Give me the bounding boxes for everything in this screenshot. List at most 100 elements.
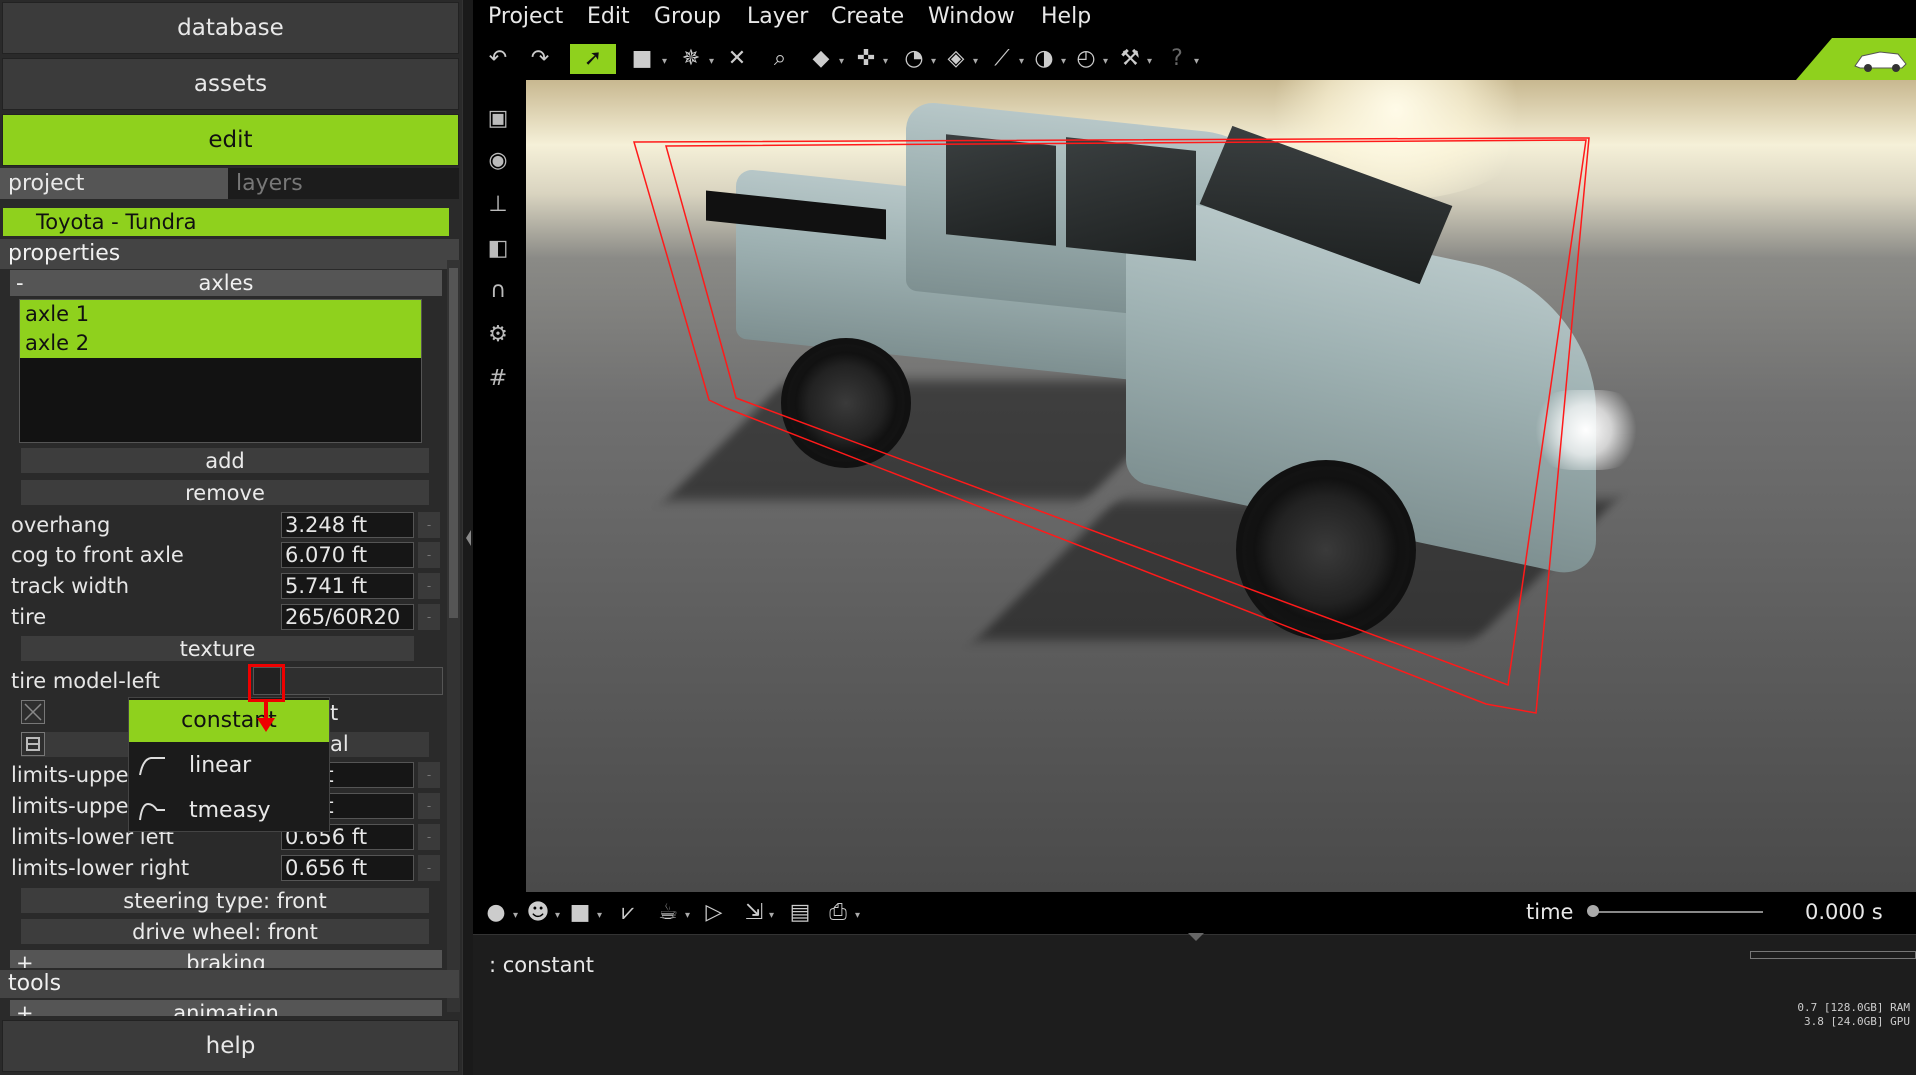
axis-icon[interactable]: ⊥ <box>483 192 513 222</box>
undo-icon[interactable]: ↶ <box>483 44 513 74</box>
gauge-icon[interactable]: ◔ <box>899 44 929 74</box>
square-icon[interactable]: ■ <box>565 898 595 928</box>
tab-layers[interactable]: layers <box>228 168 456 199</box>
project-item-selected[interactable]: Toyota - Tundra <box>3 208 449 236</box>
menu-create[interactable]: Create <box>831 4 904 29</box>
menu-group[interactable]: Group <box>654 4 721 29</box>
target-icon[interactable]: ◉ <box>483 148 513 178</box>
select-icon[interactable]: ➚ <box>570 44 616 74</box>
spinner[interactable]: - <box>418 762 440 788</box>
left-panel: database assets edit project layers Toyo… <box>0 0 462 1075</box>
list-item[interactable]: axle 2 <box>20 329 421 358</box>
measure-icon[interactable]: ⟋ <box>987 44 1017 74</box>
spinner[interactable]: - <box>418 604 440 630</box>
spinner[interactable]: - <box>418 542 440 568</box>
animation-header[interactable]: + animation <box>10 1000 442 1016</box>
tire-model-menu: constant linear tmeasy <box>128 697 330 832</box>
console[interactable]: : constant 0.7 [128.0GB] RAM 3.8 [24.0GB… <box>473 931 1916 1075</box>
dial-icon[interactable]: ◴ <box>1071 44 1101 74</box>
console-resize-icon[interactable] <box>1186 931 1206 943</box>
spinner[interactable]: - <box>418 855 440 881</box>
menu-item-tmeasy[interactable]: tmeasy <box>129 790 329 832</box>
time-slider-knob[interactable] <box>1587 905 1599 917</box>
annotation-arrow-head <box>257 718 275 732</box>
delete-icon[interactable]: ✕ <box>722 44 752 74</box>
magnet-icon[interactable]: ∩ <box>483 278 513 308</box>
move-icon[interactable]: ✜ <box>851 44 881 74</box>
menu-edit[interactable]: Edit <box>587 4 630 29</box>
play-icon[interactable]: ▷ <box>699 898 729 928</box>
time-slider-track[interactable] <box>1593 911 1763 913</box>
box-select-icon[interactable]: ■ <box>627 44 657 74</box>
properties-header[interactable]: properties <box>0 239 459 269</box>
console-scrollbar[interactable] <box>1750 951 1916 959</box>
export-icon[interactable]: ⇲ <box>739 898 769 928</box>
camera-icon[interactable]: ▣ <box>483 106 513 136</box>
texture-button[interactable]: texture <box>20 635 415 662</box>
redo-icon[interactable]: ↷ <box>525 44 555 74</box>
spinner[interactable]: - <box>418 512 440 538</box>
gear-icon[interactable]: ⚙ <box>483 322 513 352</box>
checkbox-minus[interactable] <box>21 732 45 756</box>
partial-label: al <box>330 732 349 756</box>
tire-model-left-label: tire model-left <box>11 669 160 693</box>
braking-header[interactable]: + braking <box>10 950 442 968</box>
prop-label: tire <box>11 605 47 629</box>
tire-field[interactable]: 265/60R20 <box>281 604 414 630</box>
time-value: 0.000 s <box>1805 900 1883 924</box>
menu-item-linear[interactable]: linear <box>129 745 329 787</box>
menu-project[interactable]: Project <box>488 4 563 29</box>
spinner[interactable]: - <box>418 793 440 819</box>
help-icon[interactable]: ? <box>1162 44 1192 74</box>
annotation-highlight-box <box>248 664 285 702</box>
wrench-icon[interactable]: ⚒ <box>1115 44 1145 74</box>
graph-icon[interactable]: ⩗ <box>613 898 643 928</box>
spinner[interactable]: - <box>418 573 440 599</box>
remove-axle-button[interactable]: remove <box>20 479 430 506</box>
menu-window[interactable]: Window <box>928 4 1015 29</box>
assets-button[interactable]: assets <box>2 58 459 110</box>
head-icon[interactable]: ☻ <box>523 898 553 928</box>
track-width-field[interactable]: 5.741 ft <box>281 573 414 599</box>
joint-icon[interactable]: ✵ <box>676 44 706 74</box>
list-item[interactable]: axle 1 <box>20 300 421 329</box>
panel-tabs: project layers <box>0 168 459 199</box>
prop-label: limits-uppe <box>11 794 129 818</box>
grid-icon[interactable]: # <box>483 366 513 396</box>
database-button[interactable]: database <box>2 2 459 54</box>
tools-header[interactable]: tools <box>0 970 459 998</box>
checkbox-x[interactable] <box>21 700 45 724</box>
sphere-icon[interactable]: ● <box>481 898 511 928</box>
spinner[interactable]: - <box>418 824 440 850</box>
print-icon[interactable]: ⎙ <box>823 898 853 928</box>
3d-viewport[interactable] <box>526 80 1916 892</box>
menu-layer[interactable]: Layer <box>747 4 808 29</box>
menu-help[interactable]: Help <box>1041 4 1091 29</box>
properties-scrollbar[interactable] <box>449 268 458 618</box>
ruler-icon[interactable]: ◈ <box>941 44 971 74</box>
panel-divider[interactable] <box>462 0 473 1075</box>
menu-item-label: linear <box>189 753 252 778</box>
add-axle-button[interactable]: add <box>20 447 430 474</box>
clipboard-icon[interactable]: ▤ <box>785 898 815 928</box>
cog-front-axle-field[interactable]: 6.070 ft <box>281 542 414 568</box>
axles-list[interactable]: axle 1 axle 2 <box>19 299 422 443</box>
tab-project[interactable]: project <box>0 168 228 199</box>
limits-lower-right-field[interactable]: 0.656 ft <box>281 855 414 881</box>
x-icon <box>24 703 42 721</box>
zoom-icon[interactable]: ⌕ <box>765 44 795 74</box>
compass-icon[interactable]: ◑ <box>1029 44 1059 74</box>
side-toolbar: ▣ ◉ ⊥ ◧ ∩ ⚙ # <box>473 80 526 892</box>
menu-item-constant[interactable]: constant <box>129 700 329 742</box>
steering-type-button[interactable]: steering type: front <box>20 887 430 914</box>
cube-icon[interactable]: ◆ <box>806 44 836 74</box>
edit-button[interactable]: edit <box>2 114 459 166</box>
film-icon[interactable]: ◧ <box>483 236 513 266</box>
help-button[interactable]: help <box>2 1020 459 1072</box>
axles-header[interactable]: - axles <box>10 270 442 296</box>
tmeasy-curve-icon <box>139 802 165 821</box>
drive-wheel-button[interactable]: drive wheel: front <box>20 918 430 945</box>
teapot-icon[interactable]: ☕ <box>653 898 683 928</box>
overhang-field[interactable]: 3.248 ft <box>281 512 414 538</box>
toolbar: ↶ ↷ ➚ ■ ▾ ✵ ▾ ✕ ⌕ ◆ ▾ ✜ ▾ ◔ ▾ ◈ ▾ ⟋ ▾ ◑ … <box>473 38 1916 80</box>
